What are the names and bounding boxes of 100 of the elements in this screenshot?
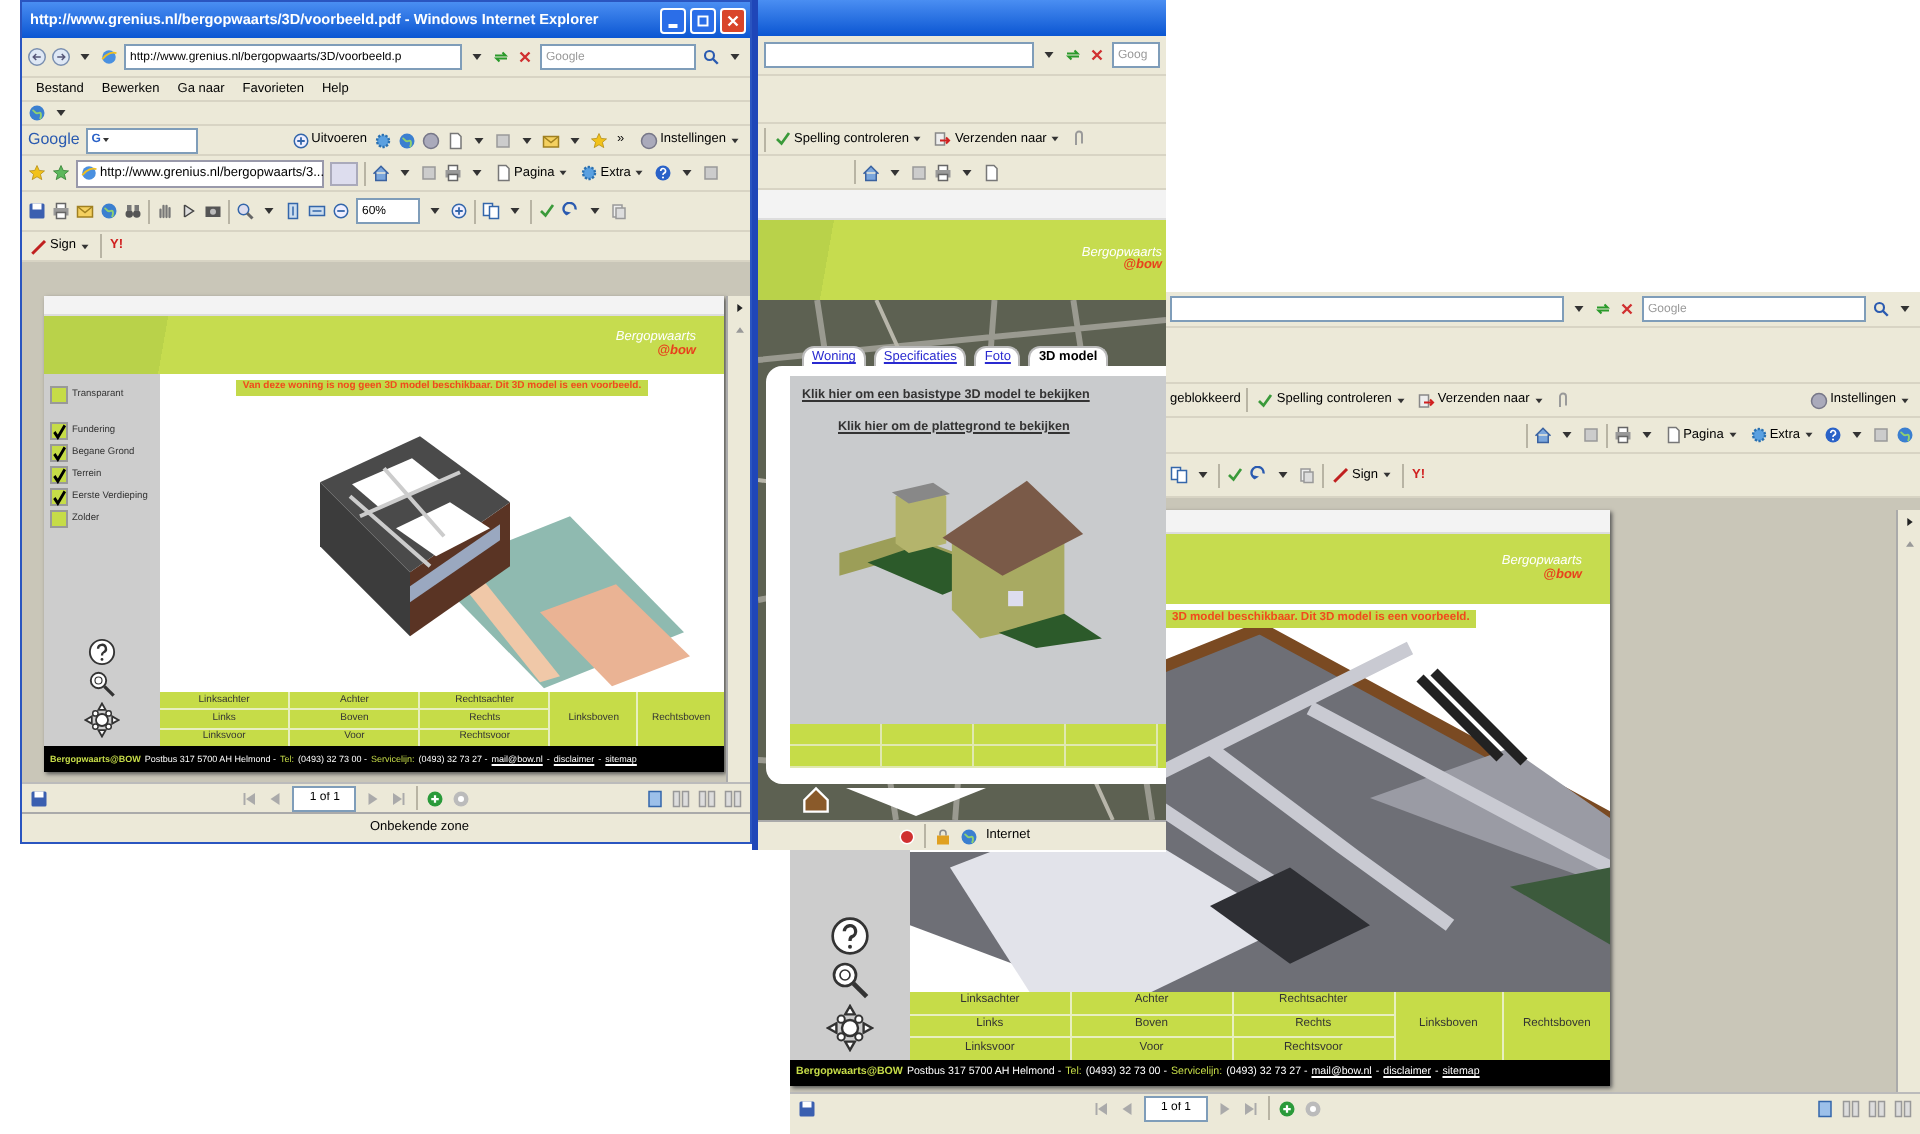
zoom-out-icon[interactable] — [332, 202, 350, 220]
camera-icon[interactable] — [204, 202, 222, 220]
refresh-icon[interactable] — [1064, 46, 1082, 64]
printer-icon[interactable] — [934, 163, 952, 181]
close-button[interactable] — [720, 7, 746, 33]
right-arrow-icon[interactable] — [731, 300, 747, 316]
lock-icon[interactable] — [933, 827, 952, 845]
layer-checkbox[interactable] — [50, 488, 68, 506]
printer-icon[interactable] — [1613, 426, 1632, 444]
check-icon — [774, 130, 792, 148]
help-icon[interactable] — [654, 164, 673, 182]
globe-icon[interactable] — [100, 202, 118, 220]
page-icon — [494, 164, 512, 182]
search-icon[interactable] — [1872, 300, 1890, 318]
printer-icon[interactable] — [52, 202, 70, 220]
refresh-icon[interactable] — [492, 48, 510, 66]
single-page-icon[interactable] — [646, 789, 664, 807]
star-icon[interactable] — [590, 131, 609, 149]
close-icon — [724, 11, 742, 29]
back-icon[interactable] — [28, 48, 46, 66]
caret-icon — [556, 166, 571, 180]
forward-icon[interactable] — [52, 48, 70, 66]
toolbar-logo: Google — [28, 130, 80, 150]
scrollbar[interactable] — [726, 296, 750, 782]
pages-icon[interactable] — [482, 202, 500, 220]
undo-icon[interactable] — [562, 202, 580, 220]
home-icon[interactable] — [1533, 426, 1552, 444]
star-icon[interactable] — [52, 164, 70, 182]
send-icon — [1417, 391, 1436, 409]
caret-icon — [78, 239, 93, 253]
minimize-button[interactable] — [660, 7, 686, 33]
add-circle-icon[interactable] — [1278, 1099, 1296, 1117]
circle-icon[interactable] — [422, 131, 441, 149]
maximize-button[interactable] — [690, 7, 716, 33]
caret-icon — [632, 166, 647, 180]
width-fit-icon[interactable] — [308, 202, 326, 220]
right-arrow-icon[interactable] — [1901, 514, 1917, 530]
printer-icon[interactable] — [444, 164, 462, 182]
zoom-in-icon[interactable] — [450, 202, 468, 220]
search-icon[interactable] — [702, 48, 720, 66]
caret-icon — [1531, 393, 1546, 407]
cog-icon — [580, 164, 599, 182]
help-icon[interactable] — [88, 638, 116, 666]
undo-icon[interactable] — [1250, 466, 1268, 484]
add-circle-icon[interactable] — [426, 789, 445, 807]
help-icon[interactable] — [1824, 426, 1842, 444]
caret-icon — [100, 134, 113, 146]
navigation-pad-icon[interactable] — [84, 702, 120, 738]
stop-icon[interactable] — [1088, 46, 1106, 64]
page-icon[interactable] — [982, 163, 1000, 181]
magnifier-icon[interactable] — [830, 960, 870, 1000]
home-icon[interactable] — [862, 163, 880, 181]
caret-icon — [910, 132, 925, 146]
browser-icon — [80, 164, 98, 182]
cursor-icon[interactable] — [180, 202, 198, 220]
binoculars-icon[interactable] — [124, 202, 142, 220]
browser-icon[interactable] — [100, 48, 118, 66]
globe-icon[interactable] — [28, 104, 46, 122]
send-icon — [934, 130, 953, 148]
globe-icon[interactable] — [398, 131, 417, 149]
pen-icon — [30, 237, 48, 255]
address-field[interactable] — [764, 42, 1034, 68]
stop-icon[interactable] — [1618, 300, 1636, 318]
layer-checkbox[interactable] — [50, 444, 68, 462]
layer-checkbox[interactable] — [50, 510, 68, 528]
page-icon[interactable] — [446, 131, 465, 149]
pages-icon[interactable] — [1170, 466, 1188, 484]
layer-checkbox[interactable] — [50, 422, 68, 440]
caret-icon — [728, 133, 742, 147]
check-icon[interactable] — [1226, 466, 1244, 484]
refresh-icon[interactable] — [1594, 300, 1612, 318]
scrollbar[interactable] — [1896, 510, 1920, 1092]
pen-icon — [1332, 466, 1350, 484]
paperclip-icon[interactable] — [1070, 130, 1089, 148]
paperclip-icon[interactable] — [1553, 391, 1572, 409]
address-field[interactable] — [1170, 296, 1564, 322]
navigation-pad-icon[interactable] — [826, 1004, 874, 1052]
page-fit-icon[interactable] — [284, 202, 302, 220]
hand-icon[interactable] — [156, 202, 174, 220]
globe-icon[interactable] — [959, 827, 978, 845]
layer-checkbox[interactable] — [50, 386, 68, 404]
cog-icon[interactable] — [374, 131, 393, 149]
home-icon[interactable] — [372, 164, 390, 182]
caret-icon — [1725, 428, 1740, 442]
star-icon[interactable] — [28, 164, 46, 182]
single-page-icon[interactable] — [1816, 1099, 1834, 1117]
check-icon — [1256, 391, 1275, 409]
magnifier-icon[interactable] — [88, 670, 116, 698]
globe-icon[interactable] — [1896, 426, 1914, 444]
copy-icon[interactable] — [1298, 466, 1316, 484]
circle-icon — [640, 131, 659, 149]
stop-icon[interactable] — [516, 48, 534, 66]
shield-icon[interactable] — [897, 827, 916, 845]
layer-checkbox[interactable] — [50, 466, 68, 484]
check-icon[interactable] — [538, 202, 556, 220]
envelope-icon[interactable] — [76, 202, 94, 220]
popup-tail — [846, 788, 986, 816]
cog-icon — [1749, 426, 1768, 444]
copy-icon[interactable] — [610, 202, 628, 220]
help-icon[interactable] — [830, 916, 870, 956]
